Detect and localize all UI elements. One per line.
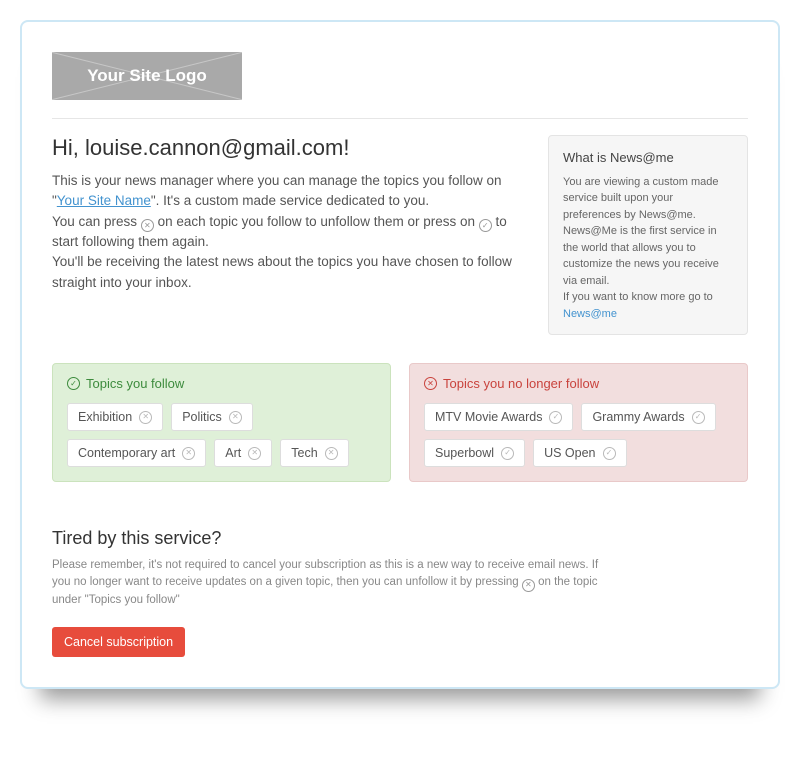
site-logo: Your Site Logo — [52, 52, 242, 100]
header-row: Hi, louise.cannon@gmail.com! This is you… — [52, 135, 748, 335]
topic-chip-label: US Open — [544, 446, 595, 460]
topic-chip[interactable]: Tech ✕ — [280, 439, 348, 467]
x-icon: ✕ — [424, 377, 437, 390]
topic-chip[interactable]: US Open ✓ — [533, 439, 626, 467]
topic-chip[interactable]: Politics ✕ — [171, 403, 253, 431]
topic-chip[interactable]: MTV Movie Awards ✓ — [424, 403, 573, 431]
tired-body: Please remember, it's not required to ca… — [52, 557, 612, 609]
unfollow-icon[interactable]: ✕ — [182, 447, 195, 460]
follow-icon — [479, 219, 492, 232]
sidebar-more: If you want to know more go to News@me — [563, 289, 733, 322]
follow-icon[interactable]: ✓ — [501, 447, 514, 460]
follow-panel: ✓ Topics you follow Exhibition ✕ Politics ✕… — [52, 363, 391, 482]
main-column: Hi, louise.cannon@gmail.com! This is you… — [52, 135, 528, 335]
sidebar-body: You are viewing a custom made service bu… — [563, 174, 733, 290]
sidebar-link[interactable]: News@me — [563, 308, 617, 320]
unfollow-icon[interactable]: ✕ — [139, 411, 152, 424]
topic-chip-label: Contemporary art — [78, 446, 175, 460]
topic-chip[interactable]: Exhibition ✕ — [67, 403, 163, 431]
topic-chip-label: Superbowl — [435, 446, 494, 460]
topic-chip[interactable]: Superbowl ✓ — [424, 439, 525, 467]
topic-chip-label: Tech — [291, 446, 317, 460]
intro-line3: You'll be receiving the latest news abou… — [52, 252, 528, 293]
unfollow-icon[interactable]: ✕ — [325, 447, 338, 460]
intro-text: This is your news manager where you can … — [52, 171, 528, 293]
topic-chip[interactable]: Art ✕ — [214, 439, 272, 467]
topic-chip-label: Art — [225, 446, 241, 460]
greeting: Hi, louise.cannon@gmail.com! — [52, 135, 528, 161]
follow-icon[interactable]: ✓ — [692, 411, 705, 424]
tired-title: Tired by this service? — [52, 528, 748, 549]
logo-text: Your Site Logo — [87, 66, 207, 86]
follow-icon[interactable]: ✓ — [603, 447, 616, 460]
topic-chip[interactable]: Contemporary art ✕ — [67, 439, 206, 467]
topic-chip-label: MTV Movie Awards — [435, 410, 542, 424]
tired-section: Tired by this service? Please remember, … — [52, 528, 748, 657]
follow-chips: Exhibition✕Politics✕Contemporary art✕Art… — [67, 403, 376, 467]
topic-chip-label: Grammy Awards — [592, 410, 684, 424]
unfollow-icon[interactable]: ✕ — [229, 411, 242, 424]
unfollow-icon — [522, 579, 535, 592]
follow-panel-title: ✓ Topics you follow — [67, 376, 376, 391]
topic-chip-label: Politics — [182, 410, 222, 424]
unfollow-icon — [141, 219, 154, 232]
topic-chip[interactable]: Grammy Awards ✓ — [581, 403, 715, 431]
topic-panels: ✓ Topics you follow Exhibition ✕ Politics ✕… — [52, 363, 748, 482]
divider — [52, 118, 748, 119]
unfollow-panel: ✕ Topics you no longer follow MTV Movie … — [409, 363, 748, 482]
check-icon: ✓ — [67, 377, 80, 390]
unfollow-panel-title: ✕ Topics you no longer follow — [424, 376, 733, 391]
site-name-link[interactable]: Your Site Name — [57, 193, 151, 208]
sidebar-title: What is News@me — [563, 148, 733, 168]
sidebar-info: What is News@me You are viewing a custom… — [548, 135, 748, 335]
cancel-subscription-button[interactable]: Cancel subscription — [52, 627, 185, 657]
intro-line2: You can press on each topic you follow t… — [52, 212, 528, 253]
topic-chip-label: Exhibition — [78, 410, 132, 424]
follow-icon[interactable]: ✓ — [549, 411, 562, 424]
unfollow-chips: MTV Movie Awards✓Grammy Awards✓Superbowl… — [424, 403, 733, 467]
intro-line1: This is your news manager where you can … — [52, 171, 528, 212]
page-card: Your Site Logo Hi, louise.cannon@gmail.c… — [20, 20, 780, 689]
unfollow-icon[interactable]: ✕ — [248, 447, 261, 460]
